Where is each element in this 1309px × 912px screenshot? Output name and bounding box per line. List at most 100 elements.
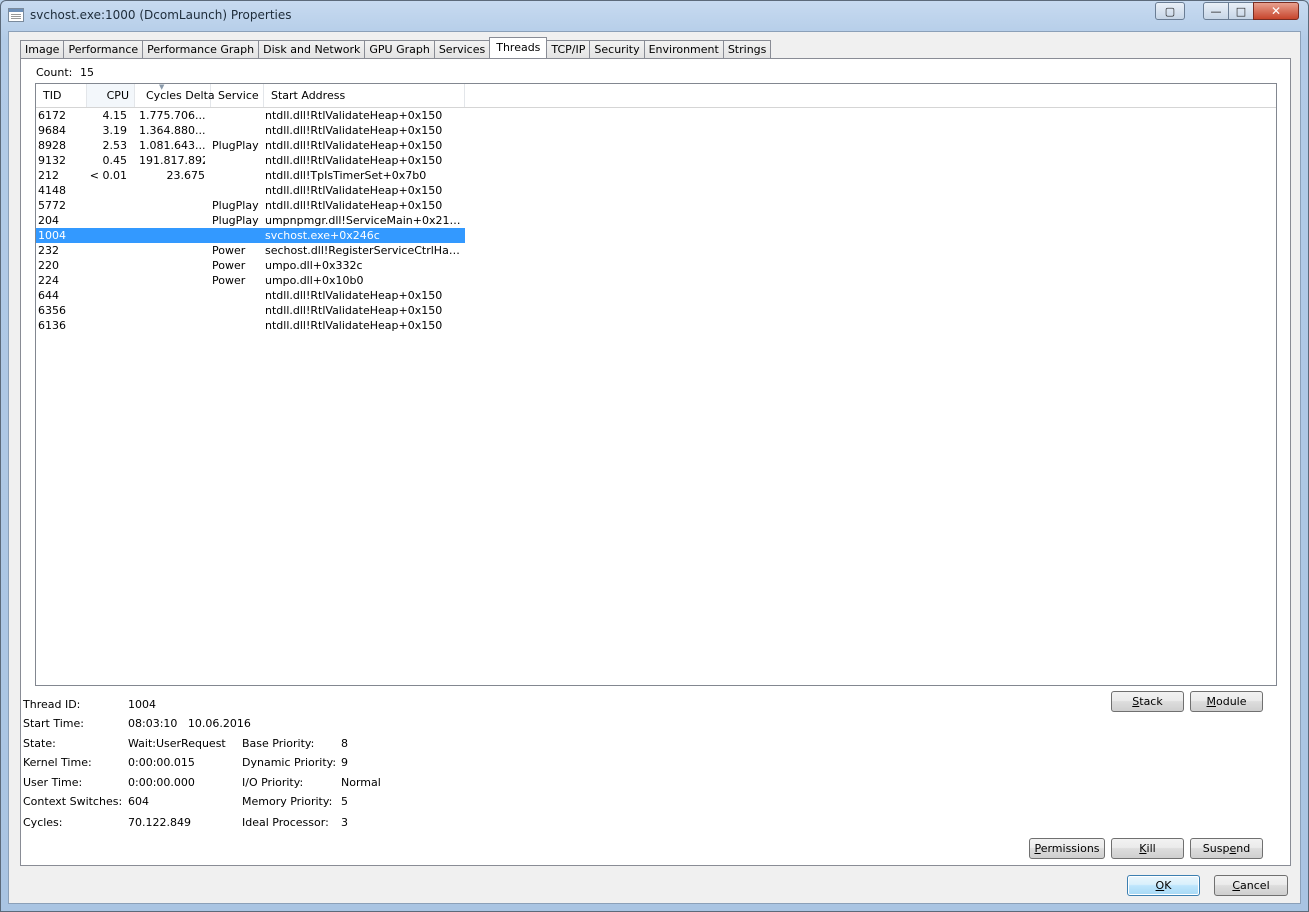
table-row[interactable]: 644 ntdll.dll!RtlValidateHeap+0x150 <box>36 288 465 303</box>
column-header-cycles-delta[interactable]: Cycles Delta <box>135 84 215 107</box>
cycles-delta-cell: 1.364.880.... <box>139 124 205 137</box>
permissions-button[interactable]: Permissions <box>1029 838 1105 859</box>
ok-button[interactable]: OK <box>1127 875 1200 896</box>
dynamic-priority-label: Dynamic Priority: <box>242 756 337 769</box>
table-row[interactable]: 1004 svchost.exe+0x246c <box>36 228 465 243</box>
tab-threads[interactable]: Threads <box>489 37 548 58</box>
start-address-cell: ntdll.dll!RtlValidateHeap+0x150 <box>265 109 443 122</box>
cpu-cell: 2.53 <box>102 139 128 152</box>
start-address-cell: svchost.exe+0x246c <box>265 229 380 242</box>
properties-window: svchost.exe:1000 (DcomLaunch) Properties… <box>0 0 1309 912</box>
tab-performance[interactable]: Performance <box>63 40 144 58</box>
tid-cell: 5772 <box>38 199 66 212</box>
thread-id-label: Thread ID: <box>23 698 81 711</box>
tid-cell: 1004 <box>38 229 66 242</box>
memory-priority-value: 5 <box>341 795 348 808</box>
cancel-button[interactable]: Cancel <box>1214 875 1288 896</box>
column-header-cpu[interactable]: ▼ CPU <box>87 84 164 107</box>
dialog-client-area: Image Performance Performance Graph Disk an… <box>8 31 1301 904</box>
maximize-button[interactable]: □ <box>1228 2 1254 20</box>
kill-button[interactable]: Kill <box>1111 838 1184 859</box>
tab-security[interactable]: Security <box>589 40 645 58</box>
ideal-processor-label: Ideal Processor: <box>242 816 329 829</box>
stack-button[interactable]: Stack <box>1111 691 1184 712</box>
tab-disk-and-network[interactable]: Disk and Network <box>258 40 366 58</box>
column-header-start-address[interactable]: Start Address <box>264 84 465 107</box>
kernel-time-label: Kernel Time: <box>23 756 92 769</box>
tab-performance-graph[interactable]: Performance Graph <box>142 40 260 58</box>
io-priority-value: Normal <box>341 776 381 789</box>
window-title: svchost.exe:1000 (DcomLaunch) Properties <box>30 8 292 22</box>
column-header-tid[interactable]: TID <box>36 84 87 107</box>
cycles-value: 70.122.849 <box>128 816 191 829</box>
service-cell: PlugPlay <box>212 199 259 212</box>
ideal-processor-value: 3 <box>341 816 348 829</box>
user-time-label: User Time: <box>23 776 83 789</box>
user-time-value: 0:00:00.000 <box>128 776 195 789</box>
base-priority-label: Base Priority: <box>242 737 315 750</box>
start-address-cell: ntdll.dll!RtlValidateHeap+0x150 <box>265 289 443 302</box>
start-address-cell: umpo.dll+0x10b0 <box>265 274 364 287</box>
tid-cell: 4148 <box>38 184 66 197</box>
tab-environment[interactable]: Environment <box>643 40 724 58</box>
title-bar[interactable]: svchost.exe:1000 (DcomLaunch) Properties… <box>1 1 1308 31</box>
count-label: Count: <box>36 66 73 79</box>
table-row[interactable]: 4148 ntdll.dll!RtlValidateHeap+0x150 <box>36 183 465 198</box>
tid-cell: 644 <box>38 289 59 302</box>
tid-cell: 6356 <box>38 304 66 317</box>
table-row[interactable]: 6356 ntdll.dll!RtlValidateHeap+0x150 <box>36 303 465 318</box>
threads-list-header: TID ▼ CPU Cycles Delta Service Start Add… <box>36 84 1276 108</box>
table-row[interactable]: 212 < 0.01 23.675 ntdll.dll!TpIsTimerSet+0x… <box>36 168 465 183</box>
thread-id-value: 1004 <box>128 698 156 711</box>
restore-window-icon[interactable]: ▢ <box>1155 2 1185 20</box>
tid-cell: 212 <box>38 169 59 182</box>
suspend-button[interactable]: Suspend <box>1190 838 1263 859</box>
service-cell: Power <box>212 259 246 272</box>
table-row[interactable]: 6172 4.15 1.775.706.... ntdll.dll!RtlValida… <box>36 108 465 123</box>
cpu-cell: 3.19 <box>102 124 128 137</box>
io-priority-label: I/O Priority: <box>242 776 304 789</box>
close-button[interactable]: ✕ <box>1253 2 1299 20</box>
tid-cell: 220 <box>38 259 59 272</box>
memory-priority-label: Memory Priority: <box>242 795 333 808</box>
column-header-service[interactable]: Service <box>211 84 264 107</box>
table-row[interactable]: 9684 3.19 1.364.880.... ntdll.dll!RtlValida… <box>36 123 465 138</box>
tab-gpu-graph[interactable]: GPU Graph <box>364 40 435 58</box>
module-button[interactable]: Module <box>1190 691 1263 712</box>
service-cell: PlugPlay <box>212 214 259 227</box>
tid-cell: 8928 <box>38 139 66 152</box>
tab-services[interactable]: Services <box>433 40 491 58</box>
service-cell: Power <box>212 244 246 257</box>
table-row[interactable]: 6136 ntdll.dll!RtlValidateHeap+0x150 <box>36 318 465 333</box>
threads-list-rows: 6172 4.15 1.775.706.... ntdll.dll!RtlValida… <box>36 108 1276 333</box>
start-address-cell: umpo.dll+0x332c <box>265 259 363 272</box>
cycles-delta-cell: 1.775.706.... <box>139 109 205 122</box>
base-priority-value: 8 <box>341 737 348 750</box>
table-row[interactable]: 5772 PlugPlay ntdll.dll!RtlValidateHeap+0x… <box>36 198 465 213</box>
context-switches-value: 604 <box>128 795 149 808</box>
state-value: Wait:UserRequest <box>128 737 226 750</box>
tid-cell: 6172 <box>38 109 66 122</box>
start-time-value: 08:03:10 10.06.2016 <box>128 717 251 730</box>
tab-image[interactable]: Image <box>20 40 65 58</box>
table-row[interactable]: 8928 2.53 1.081.643.... PlugPlay ntdll.dll!R… <box>36 138 465 153</box>
table-row[interactable]: 9132 0.45 191.817.892 ntdll.dll!RtlValidate… <box>36 153 465 168</box>
tab-strings[interactable]: Strings <box>722 40 772 58</box>
threads-list[interactable]: TID ▼ CPU Cycles Delta Service Start Add… <box>35 83 1277 686</box>
tid-cell: 224 <box>38 274 59 287</box>
table-row[interactable]: 204 PlugPlay umpnpmgr.dll!ServiceMain+0x21… <box>36 213 465 228</box>
window-icon[interactable] <box>8 8 24 22</box>
tid-cell: 9132 <box>38 154 66 167</box>
table-row[interactable]: 232 Power sechost.dll!RegisterServiceCtrlH… <box>36 243 465 258</box>
column-header-cpu-label: CPU <box>106 89 129 102</box>
tid-cell: 204 <box>38 214 59 227</box>
cycles-label: Cycles: <box>23 816 63 829</box>
table-row[interactable]: 224 Power umpo.dll+0x10b0 <box>36 273 465 288</box>
table-row[interactable]: 220 Power umpo.dll+0x332c <box>36 258 465 273</box>
cycles-delta-cell: 191.817.892 <box>139 154 205 167</box>
cycles-delta-cell: 1.081.643.... <box>139 139 205 152</box>
start-address-cell: ntdll.dll!RtlValidateHeap+0x150 <box>265 199 443 212</box>
tab-tcp-ip[interactable]: TCP/IP <box>546 40 591 58</box>
minimize-button[interactable]: — <box>1203 2 1229 20</box>
count-value: 15 <box>80 66 94 79</box>
